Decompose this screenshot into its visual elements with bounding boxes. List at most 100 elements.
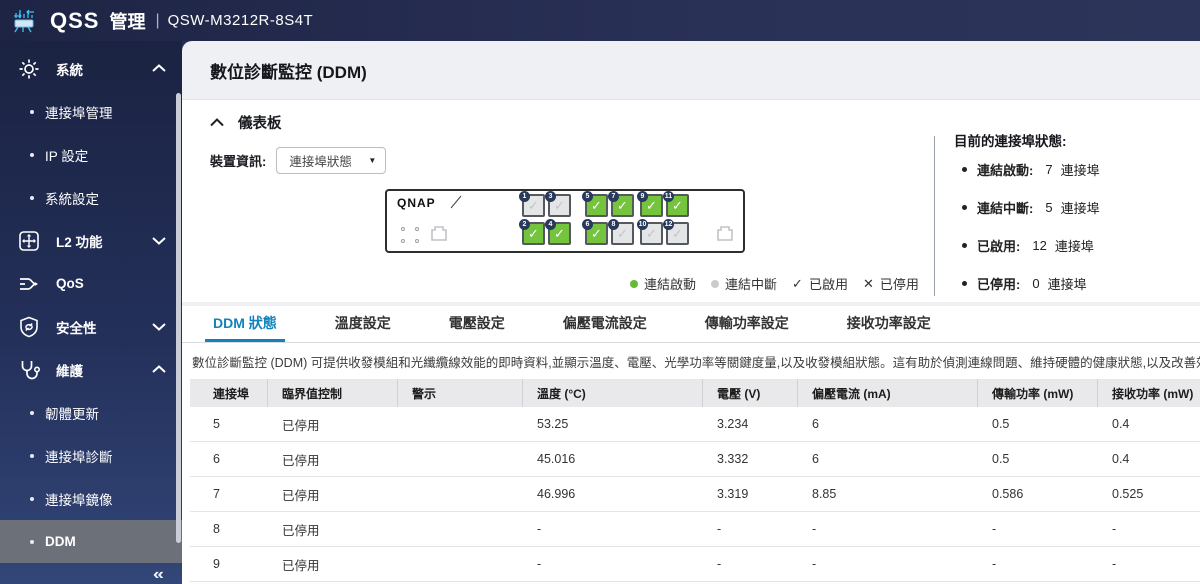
tab-temperature-settings[interactable]: 溫度設定 <box>327 306 399 342</box>
brand-suffix: 管理 <box>109 11 146 32</box>
dropdown-caret-icon: ▼ <box>368 156 377 165</box>
device-info-row: 裝置資訊: 連接埠狀態 ▼ <box>210 147 387 174</box>
sidebar-item-l2-features[interactable]: L2 功能 <box>0 219 182 262</box>
port-group-1: 1 ✓ 2 ✓ 3 ✓ 4 ✓ <box>519 191 571 247</box>
tab-rx-power-settings[interactable]: 接收功率設定 <box>839 306 939 342</box>
sidebar-item-label: 韌體更新 <box>45 406 99 422</box>
check-icon: ✓ <box>792 275 803 291</box>
sidebar-item-system-settings[interactable]: 系統設定 <box>0 176 182 219</box>
status-item-disabled: 已停用: 0 連接埠 <box>962 274 1100 293</box>
qos-icon <box>16 271 42 297</box>
sidebar-item-label: 維護 <box>56 363 83 379</box>
tab-voltage-settings[interactable]: 電壓設定 <box>441 306 513 342</box>
page-header: 數位診斷監控 (DDM) <box>182 41 1200 100</box>
sidebar-item-label: 安全性 <box>56 320 97 336</box>
main-content: 數位診斷監控 (DDM) 儀表板 裝置資訊: 連接埠狀態 ▼ QNAP 1 ✓ … <box>182 41 1200 584</box>
port-number-badge: 3 <box>545 191 556 202</box>
port-4: 4 ✓ <box>545 219 571 245</box>
sidebar-item-firmware-update[interactable]: 韌體更新 <box>0 391 182 434</box>
port-status-summary: 目前的連接埠狀態: 連結啟動: 7 連接埠 連結中斷: 5 連接埠 已啟用: 1… <box>954 130 1100 312</box>
sidebar-scrollbar[interactable] <box>176 93 181 543</box>
port-9: 9 ✓ <box>637 191 663 217</box>
port-number-badge: 7 <box>608 191 619 202</box>
status-title: 目前的連接埠狀態: <box>954 134 1067 149</box>
check-icon: ✓ <box>646 225 657 241</box>
port-number-badge: 9 <box>637 191 648 202</box>
bullet-icon <box>30 453 34 458</box>
chevron-down-icon <box>152 237 166 245</box>
chevron-up-icon <box>210 118 224 127</box>
port-8: 8 ✓ <box>608 219 634 245</box>
port-2: 2 ✓ <box>519 219 545 245</box>
port-number-badge: 10 <box>637 219 648 230</box>
port-number-badge: 1 <box>519 191 530 202</box>
port-6: 6 ✓ <box>582 219 608 245</box>
check-icon: ✓ <box>617 225 628 241</box>
port-group-2: 5 ✓ 6 ✓ 7 ✓ 8 ✓ <box>582 191 634 247</box>
status-item-enabled: 已啟用: 12 連接埠 <box>962 236 1100 255</box>
port-11: 11 ✓ <box>663 191 689 217</box>
sidebar-item-port-diagnostics[interactable]: 連接埠診斷 <box>0 434 182 477</box>
legend-label: 已啟用 <box>808 277 848 292</box>
table-row: 6 已停用 45.016 3.332 6 0.5 0.4 <box>190 442 1200 477</box>
page-title: 數位診斷監控 (DDM) <box>210 62 367 82</box>
tab-bias-current-settings[interactable]: 偏壓電流設定 <box>555 306 655 342</box>
sidebar-item-system[interactable]: 系統 <box>0 47 182 90</box>
chevron-down-icon <box>152 323 166 331</box>
cross-icon: ✕ <box>862 275 874 291</box>
sidebar-item-qos[interactable]: QoS <box>0 262 182 305</box>
sidebar-item-port-management[interactable]: 連接埠管理 <box>0 90 182 133</box>
dashboard-collapse-toggle[interactable]: 儀表板 <box>210 112 282 133</box>
ddm-table: 連接埠 臨界值控制 警示 溫度 (°C) 電壓 (V) 偏壓電流 (mA) 傳輸… <box>190 379 1200 582</box>
qss-logo-icon <box>14 9 34 32</box>
ddm-description: 數位診斷監控 (DDM) 可提供收發模組和光纖纜線效能的即時資料,並顯示溫度、電… <box>192 356 1200 370</box>
sidebar-collapse-icon[interactable]: « <box>153 565 164 583</box>
port-12: 12 ✓ <box>663 219 689 245</box>
topbar: QSS 管理 | QSW-M3212R-8S4T <box>0 0 1200 41</box>
bullet-icon <box>30 152 34 157</box>
sidebar-item-security[interactable]: 安全性 <box>0 305 182 348</box>
check-icon: ✓ <box>672 225 683 241</box>
port-number-badge: 5 <box>582 191 593 202</box>
gear-icon <box>16 56 42 82</box>
port-number-badge: 11 <box>663 191 674 202</box>
bullet-icon <box>962 167 967 172</box>
dashboard-panel: 儀表板 裝置資訊: 連接埠狀態 ▼ QNAP 1 ✓ 2 ✓ 3 ✓ 4 ✓ 5… <box>182 100 1200 302</box>
sidebar-item-ddm[interactable]: DDM <box>0 520 182 563</box>
check-icon: ✓ <box>646 197 657 213</box>
port-number-badge: 8 <box>608 219 619 230</box>
sidebar-item-label: IP 設定 <box>45 148 89 164</box>
device-model: QSW-M3212R-8S4T <box>167 12 314 29</box>
link-down-dot-icon <box>711 279 720 288</box>
sidebar-item-label: 系統設定 <box>45 191 99 207</box>
sidebar-item-ip-settings[interactable]: IP 設定 <box>0 133 182 176</box>
port-number-badge: 6 <box>582 219 593 230</box>
sidebar-item-label: 連接埠管理 <box>45 105 113 121</box>
port-number-badge: 2 <box>519 219 530 230</box>
sidebar-item-maintenance[interactable]: 維護 <box>0 348 182 391</box>
link-up-dot-icon <box>630 279 638 288</box>
tab-tx-power-settings[interactable]: 傳輸功率設定 <box>697 306 797 342</box>
sidebar-item-port-mirroring[interactable]: 連接埠鏡像 <box>0 477 182 520</box>
tab-ddm-status[interactable]: DDM 狀態 <box>205 306 285 342</box>
port-number-badge: 4 <box>545 219 556 230</box>
bullet-icon <box>962 205 967 210</box>
port-10: 10 ✓ <box>637 219 663 245</box>
chevron-up-icon <box>152 64 166 72</box>
check-icon: ✓ <box>554 225 565 241</box>
ddm-section: DDM 狀態 溫度設定 電壓設定 偏壓電流設定 傳輸功率設定 接收功率設定 數位… <box>182 306 1200 584</box>
table-row: 9 已停用 - - - - - <box>190 547 1200 582</box>
port-1: 1 ✓ <box>519 191 545 217</box>
bullet-icon <box>30 539 34 544</box>
table-row: 7 已停用 46.996 3.319 8.85 0.586 0.525 <box>190 477 1200 512</box>
device-info-select[interactable]: 連接埠狀態 ▼ <box>276 147 387 174</box>
table-row: 8 已停用 - - - - - <box>190 512 1200 547</box>
port-group-3: 9 ✓ 10 ✓ 11 ✓ 12 ✓ <box>637 191 689 247</box>
bullet-icon <box>962 281 967 286</box>
port-7: 7 ✓ <box>608 191 634 217</box>
device-info-label: 裝置資訊: <box>210 154 267 169</box>
check-icon: ✓ <box>528 225 539 241</box>
sidebar-item-label: QoS <box>56 276 84 291</box>
sidebar-item-label: L2 功能 <box>56 234 103 250</box>
sidebar-item-label: DDM <box>45 534 76 549</box>
